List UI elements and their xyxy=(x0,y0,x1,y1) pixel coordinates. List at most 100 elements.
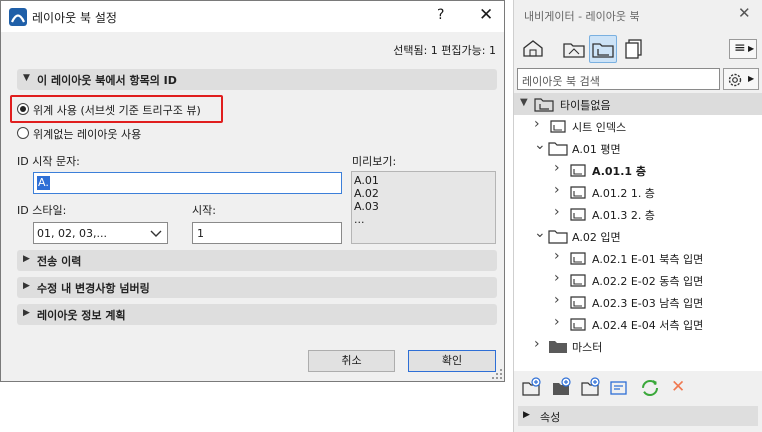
dialog-title-bar: 레이아웃 북 설정 ? ✕ xyxy=(1,1,504,32)
ok-button[interactable]: 확인 xyxy=(408,350,496,372)
new-master-icon[interactable] xyxy=(552,377,572,397)
search-settings-button[interactable]: ▶ xyxy=(723,68,759,90)
close-icon[interactable]: ✕ xyxy=(479,5,493,25)
navigator-search-input[interactable]: 레이아웃 북 검색 xyxy=(517,68,720,90)
dialog-title: 레이아웃 북 설정 xyxy=(32,11,117,25)
hierarchy-option-label[interactable]: 위계 사용 (서브셋 기준 트리구조 뷰) xyxy=(33,102,201,118)
folder-icon xyxy=(548,142,568,156)
tree-item-label: A.01.1 층 xyxy=(592,165,646,178)
new-subset-icon[interactable] xyxy=(581,377,601,397)
publisher-icon xyxy=(625,39,642,59)
resize-grip-icon[interactable] xyxy=(491,368,503,380)
help-button[interactable]: ? xyxy=(437,7,444,23)
id-style-dropdown[interactable]: 01, 02, 03,... xyxy=(33,222,168,244)
menu-icon: ≡ xyxy=(734,40,746,56)
navigator-title: 내비게이터 - 레이아웃 북 xyxy=(524,10,640,23)
layout-icon xyxy=(570,208,586,221)
id-section-header[interactable]: ▼ 이 레이아웃 북에서 항목의 ID xyxy=(17,69,497,90)
preview-line: A.02 xyxy=(354,187,379,200)
start-number-input[interactable]: 1 xyxy=(192,222,342,244)
chevron-right-icon: › xyxy=(554,182,560,198)
chevron-down-icon[interactable]: ⌄ xyxy=(534,225,546,241)
tree-item-label: A.02.4 E-04 서측 입면 xyxy=(592,319,704,332)
tree-root-label: 타이틀없음 xyxy=(560,99,611,112)
layout-icon xyxy=(570,164,586,177)
tree-row[interactable]: › A.01.2 1. 층 xyxy=(514,181,762,203)
tree-row[interactable]: › A.02.3 E-03 남측 입면 xyxy=(514,291,762,313)
tree-row[interactable]: › A.01.3 2. 층 xyxy=(514,203,762,225)
tree-row[interactable]: › 시트 인덱스 xyxy=(514,115,762,137)
tree-row[interactable]: › A.02.2 E-02 동측 입면 xyxy=(514,269,762,291)
tree-root-row[interactable]: ▼ 타이틀없음 xyxy=(514,93,762,115)
tree-row[interactable]: › 마스터 xyxy=(514,335,762,357)
view-map-tab[interactable] xyxy=(560,35,588,63)
layout-book-icon xyxy=(592,43,614,58)
start-label: 시작: xyxy=(192,204,216,217)
refresh-icon[interactable] xyxy=(640,378,660,398)
id-prefix-input[interactable]: A. xyxy=(33,172,342,194)
id-prefix-label: ID 시작 문자: xyxy=(17,155,80,168)
search-placeholder: 레이아웃 북 검색 xyxy=(522,75,600,88)
tree-row[interactable]: ⌄ A.02 입면 xyxy=(514,225,762,247)
tree-row[interactable]: ⌄ A.01 평면 xyxy=(514,137,762,159)
chevron-down-icon xyxy=(150,230,162,237)
layout-icon xyxy=(570,186,586,199)
chevron-right-icon: › xyxy=(534,336,540,352)
expand-arrow-icon: ▶ xyxy=(23,254,30,264)
section-title: 레이아웃 정보 계획 xyxy=(37,309,126,322)
chevron-right-icon: ▶ xyxy=(748,44,755,53)
chevron-right-icon: › xyxy=(554,248,560,264)
transmittal-history-section[interactable]: ▶ 전송 이력 xyxy=(17,250,497,271)
tree-item-label: A.01.3 2. 층 xyxy=(592,209,655,222)
layout-info-scheme-section[interactable]: ▶ 레이아웃 정보 계획 xyxy=(17,304,497,325)
layout-icon xyxy=(570,318,586,331)
id-style-label: ID 스타일: xyxy=(17,204,67,217)
selection-status: 선택됨: 1 편집가능: 1 xyxy=(393,44,496,57)
layout-icon xyxy=(550,120,566,133)
archicad-logo-icon xyxy=(9,8,27,26)
chevron-right-icon: › xyxy=(554,270,560,286)
section-title: 전송 이력 xyxy=(37,255,82,268)
folder-view-icon xyxy=(563,43,585,58)
preview-label: 미리보기: xyxy=(352,155,397,168)
preview-line: A.03 xyxy=(354,200,379,213)
properties-icon[interactable] xyxy=(610,380,628,396)
preview-line: ... xyxy=(354,213,365,226)
tree-row[interactable]: › A.02.4 E-04 서측 입면 xyxy=(514,313,762,335)
publisher-sets-tab[interactable] xyxy=(620,35,648,63)
properties-section-header[interactable]: ▶ 속성 xyxy=(518,406,758,426)
chevron-right-icon: ▶ xyxy=(748,74,755,83)
expand-arrow-icon: ▶ xyxy=(23,281,30,291)
change-numbering-section[interactable]: ▶ 수정 내 변경사항 넘버링 xyxy=(17,277,497,298)
layout-book-tab[interactable] xyxy=(589,35,617,63)
layout-book-icon xyxy=(534,98,554,112)
no-hierarchy-option-label[interactable]: 위계없는 레이아웃 사용 xyxy=(33,126,141,142)
cancel-button[interactable]: 취소 xyxy=(308,350,395,372)
tree-item-label: A.01.2 1. 층 xyxy=(592,187,655,200)
chevron-down-icon[interactable]: ⌄ xyxy=(534,137,546,153)
layout-book-tree: ▼ 타이틀없음 › 시트 인덱스 ⌄ A.01 평면 › A.01.1 층 › A.01.2 … xyxy=(514,93,762,371)
expand-arrow-icon: ▶ xyxy=(23,308,30,318)
project-map-tab[interactable] xyxy=(519,35,547,63)
preview-line: A.01 xyxy=(354,174,379,187)
id-prefix-value: A. xyxy=(37,176,50,190)
hierarchy-radio[interactable] xyxy=(17,103,29,115)
chevron-right-icon: › xyxy=(554,204,560,220)
chevron-down-icon: ▼ xyxy=(520,97,528,108)
navigator-menu-button[interactable]: ≡ ▶ xyxy=(729,39,757,59)
tree-item-label: A.01 평면 xyxy=(572,143,621,156)
chevron-right-icon: › xyxy=(554,292,560,308)
no-hierarchy-radio[interactable] xyxy=(17,127,29,139)
properties-section-title: 속성 xyxy=(540,411,561,424)
close-icon[interactable]: ✕ xyxy=(738,4,751,22)
navigator-panel: 내비게이터 - 레이아웃 북 ✕ ≡ ▶ 레이아웃 북 검색 ▶ ▼ 타이틀없음… xyxy=(513,0,762,432)
delete-icon[interactable]: ✕ xyxy=(671,377,685,397)
id-style-value: 01, 02, 03,... xyxy=(37,227,107,240)
new-folder-icon[interactable] xyxy=(522,377,542,397)
tree-row[interactable]: › A.01.1 층 xyxy=(514,159,762,181)
tree-row[interactable]: › A.02.1 E-01 북측 입면 xyxy=(514,247,762,269)
tree-item-label: 마스터 xyxy=(572,341,603,354)
layout-icon xyxy=(570,252,586,265)
layout-book-settings-dialog: 레이아웃 북 설정 ? ✕ 선택됨: 1 편집가능: 1 ▼ 이 레이아웃 북에… xyxy=(0,0,505,382)
tree-item-label: A.02.3 E-03 남측 입면 xyxy=(592,297,704,310)
